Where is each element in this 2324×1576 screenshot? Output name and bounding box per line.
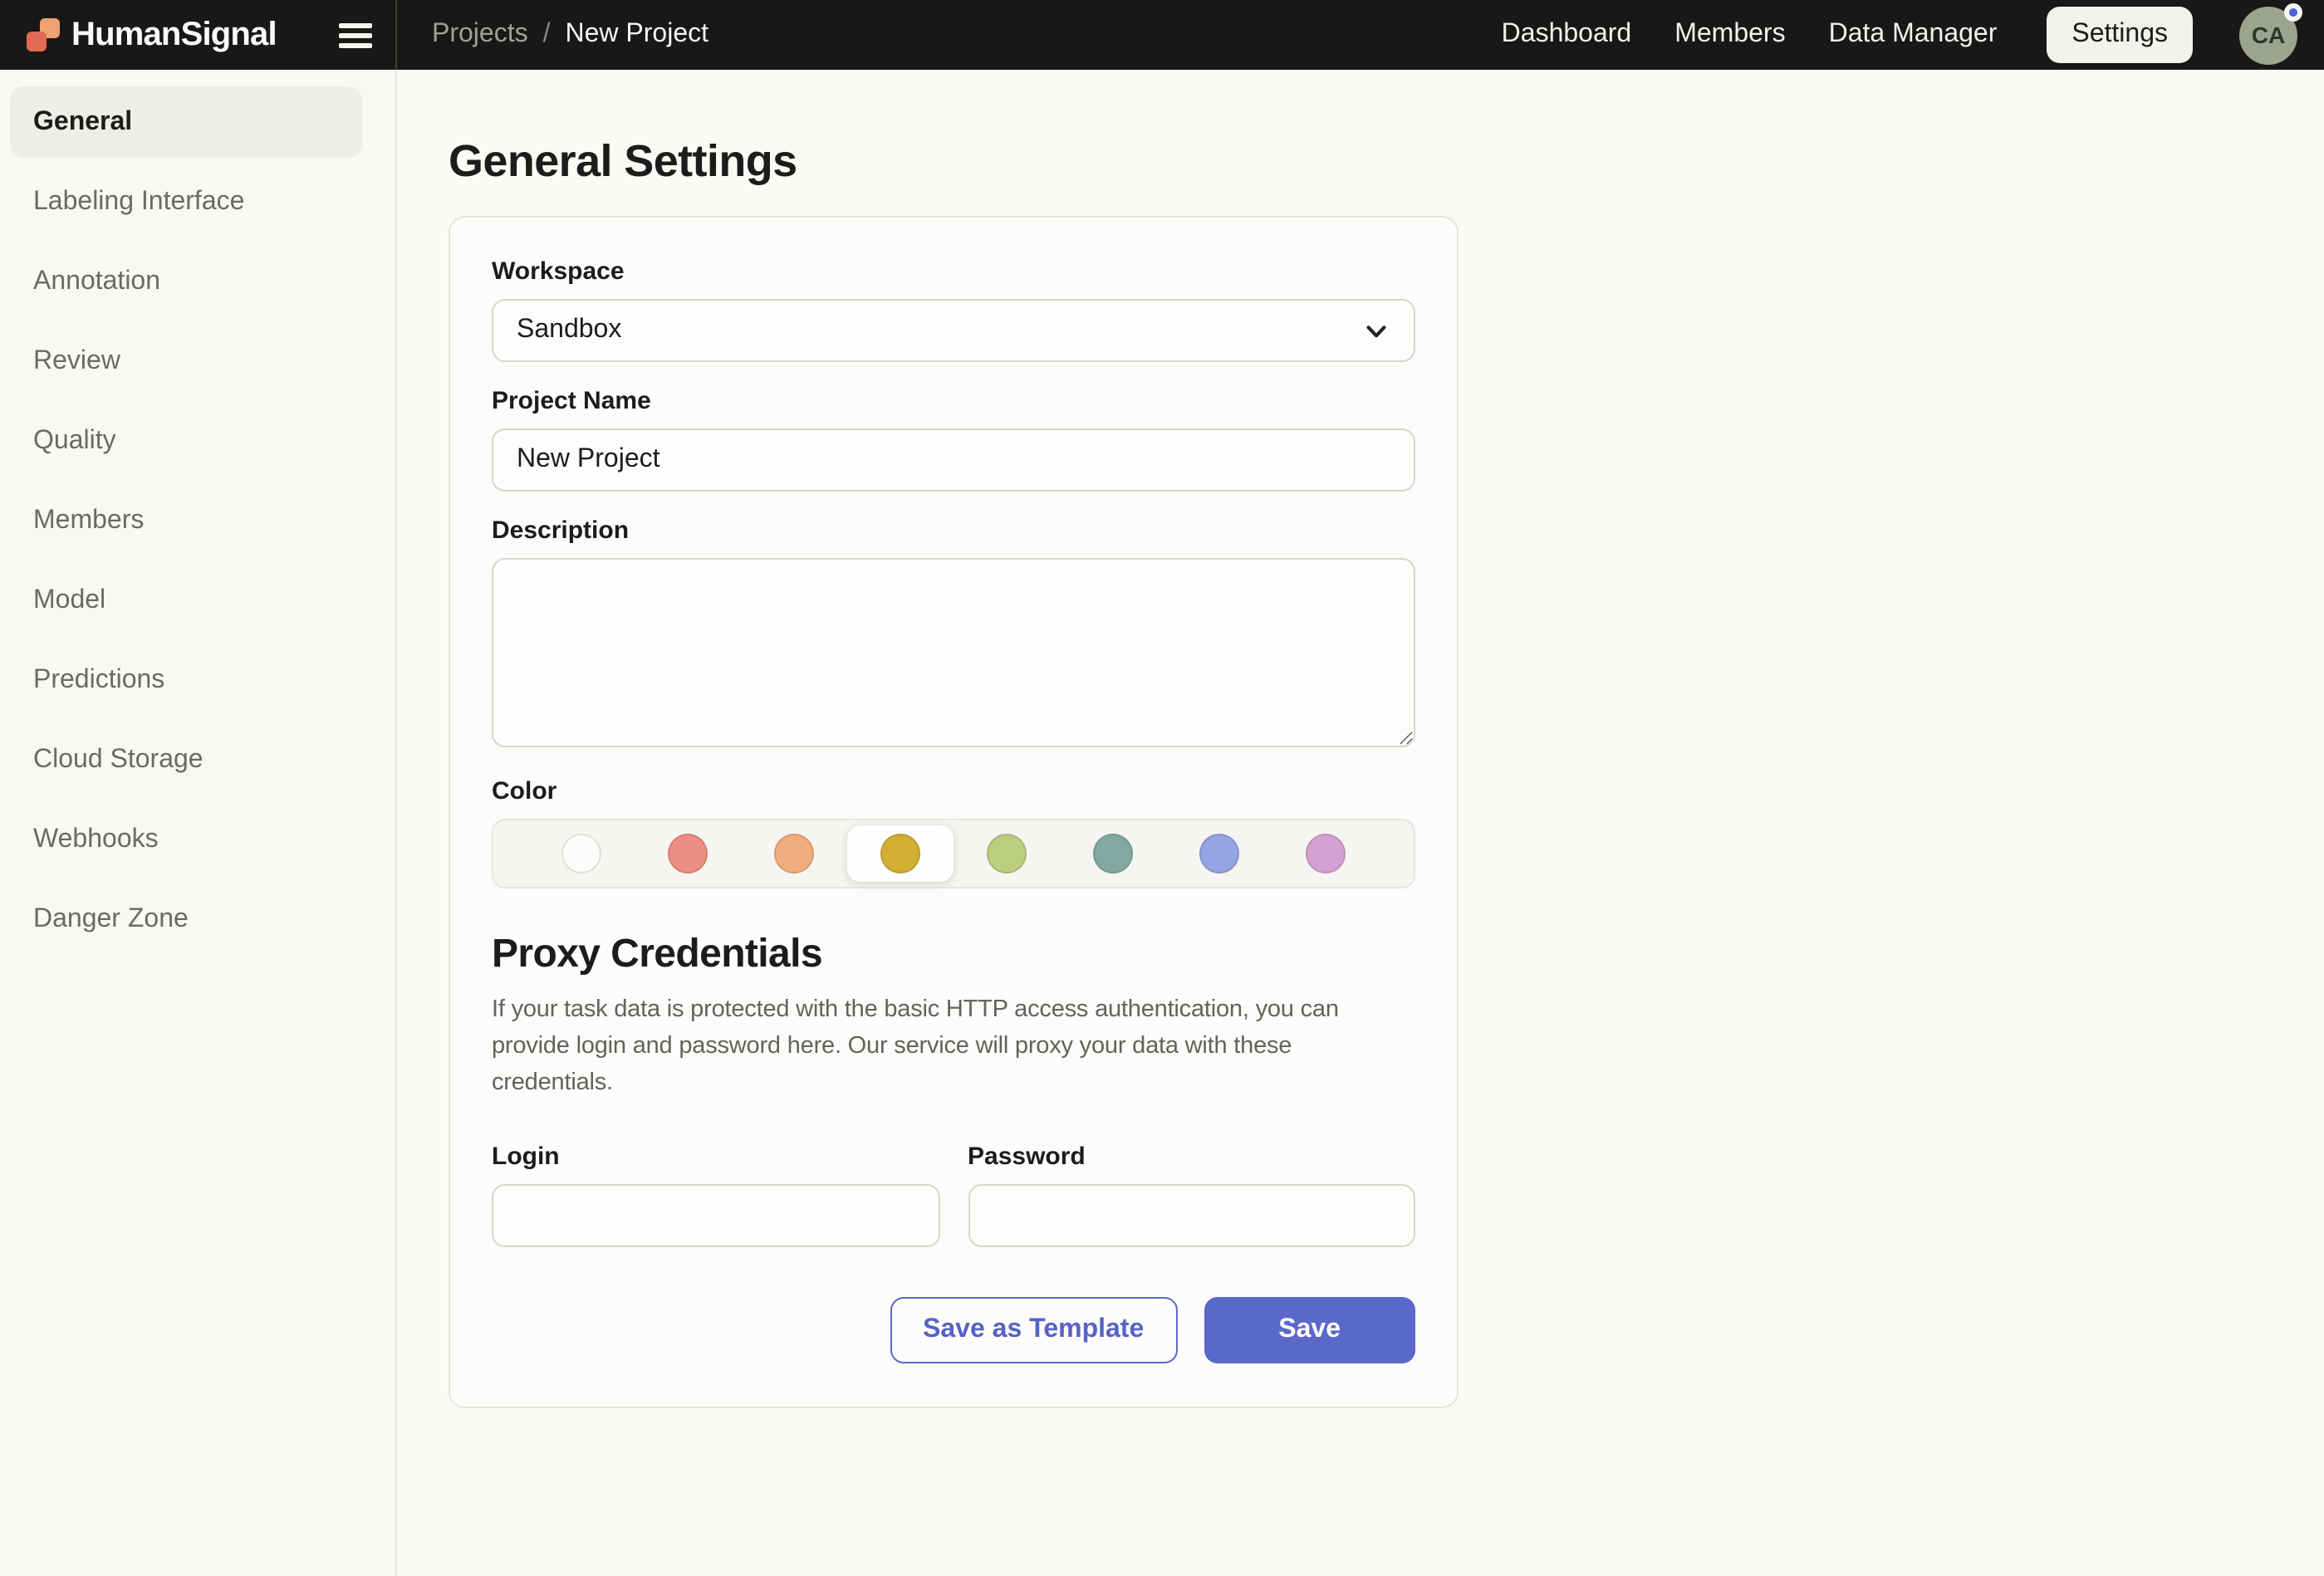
sidebar-item-webhooks[interactable]: Webhooks (10, 804, 362, 875)
sidebar-nav: General Labeling Interface Annotation Revie… (0, 86, 395, 955)
breadcrumb-current-project: New Project (566, 20, 709, 50)
orange-color-dot (774, 834, 814, 874)
teal-color-dot (1093, 834, 1133, 874)
periwinkle-color-dot (1199, 834, 1239, 874)
color-swatch-teal[interactable] (1060, 825, 1166, 882)
breadcrumb-separator: / (543, 20, 551, 50)
main-content: General Settings Workspace Sandbox Proje… (397, 70, 2324, 1576)
sidebar-item-annotation[interactable]: Annotation (10, 246, 362, 317)
nav-members[interactable]: Members (1674, 20, 1785, 50)
hamburger-menu-icon[interactable] (339, 22, 372, 47)
proxy-credentials-description: If your task data is protected with the … (492, 991, 1415, 1101)
workspace-selected-value: Sandbox (517, 316, 621, 345)
login-input[interactable] (492, 1184, 939, 1247)
brand-logo[interactable]: HumanSignal (27, 16, 277, 54)
project-name-input[interactable] (492, 428, 1415, 492)
sidebar-item-labeling-interface[interactable]: Labeling Interface (10, 166, 362, 237)
humansignal-logo-icon (27, 18, 60, 51)
sidebar-item-members[interactable]: Members (10, 485, 362, 556)
breadcrumb: Projects / New Project (397, 20, 708, 50)
header-brand-section: HumanSignal (0, 0, 397, 70)
color-label: Color (492, 777, 1415, 805)
password-label: Password (968, 1143, 1415, 1171)
color-swatch-salmon[interactable] (635, 825, 741, 882)
orchid-color-dot (1306, 834, 1346, 874)
nav-data-manager[interactable]: Data Manager (1829, 20, 1998, 50)
login-field-group: Login (492, 1143, 939, 1247)
page-title: General Settings (449, 136, 2324, 188)
workspace-label: Workspace (492, 257, 1415, 286)
gold-color-dot (880, 834, 920, 874)
chevron-down-icon (1362, 316, 1390, 345)
user-avatar[interactable]: CA (2239, 6, 2297, 64)
sidebar-item-cloud-storage[interactable]: Cloud Storage (10, 724, 362, 795)
sidebar-item-model[interactable]: Model (10, 565, 362, 636)
avatar-initials: CA (2252, 22, 2285, 48)
workspace-select[interactable]: Sandbox (492, 299, 1415, 362)
brand-name: HumanSignal (71, 16, 277, 54)
color-swatch-row (492, 819, 1415, 888)
sidebar-item-quality[interactable]: Quality (10, 405, 362, 477)
color-swatch-white[interactable] (528, 825, 635, 882)
salmon-color-dot (668, 834, 708, 874)
general-settings-card: Workspace Sandbox Project Name Descripti… (449, 216, 1459, 1408)
sidebar-item-general[interactable]: General (10, 86, 362, 158)
sidebar-item-danger-zone[interactable]: Danger Zone (10, 883, 362, 955)
nav-dashboard[interactable]: Dashboard (1502, 20, 1632, 50)
top-header: HumanSignal Projects / New Project Dashb… (0, 0, 2324, 70)
form-actions: Save as Template Save (492, 1297, 1415, 1363)
project-name-label: Project Name (492, 387, 1415, 415)
settings-sidebar: General Labeling Interface Annotation Revie… (0, 70, 397, 1576)
white-color-dot (561, 834, 601, 874)
save-button[interactable]: Save (1204, 1297, 1415, 1363)
online-badge (2284, 2, 2302, 21)
credentials-grid: Login Password (492, 1143, 1415, 1247)
password-field-group: Password (968, 1143, 1415, 1247)
sidebar-item-review[interactable]: Review (10, 325, 362, 397)
login-label: Login (492, 1143, 939, 1171)
color-swatch-orange[interactable] (741, 825, 847, 882)
color-swatch-periwinkle[interactable] (1166, 825, 1272, 882)
app-root: HumanSignal Projects / New Project Dashb… (0, 0, 2324, 1576)
sidebar-item-predictions[interactable]: Predictions (10, 644, 362, 716)
password-input[interactable] (968, 1184, 1415, 1247)
nav-settings[interactable]: Settings (2047, 7, 2193, 63)
description-textarea[interactable] (492, 558, 1415, 747)
description-label: Description (492, 516, 1415, 545)
proxy-credentials-title: Proxy Credentials (492, 932, 1415, 978)
color-swatch-green[interactable] (954, 825, 1060, 882)
header-nav: Dashboard Members Data Manager Settings CA (1502, 6, 2324, 64)
green-color-dot (987, 834, 1027, 874)
color-swatch-gold[interactable] (847, 825, 954, 882)
save-as-template-button[interactable]: Save as Template (890, 1297, 1177, 1363)
color-swatch-orchid[interactable] (1272, 825, 1379, 882)
breadcrumb-projects-link[interactable]: Projects (432, 20, 528, 50)
